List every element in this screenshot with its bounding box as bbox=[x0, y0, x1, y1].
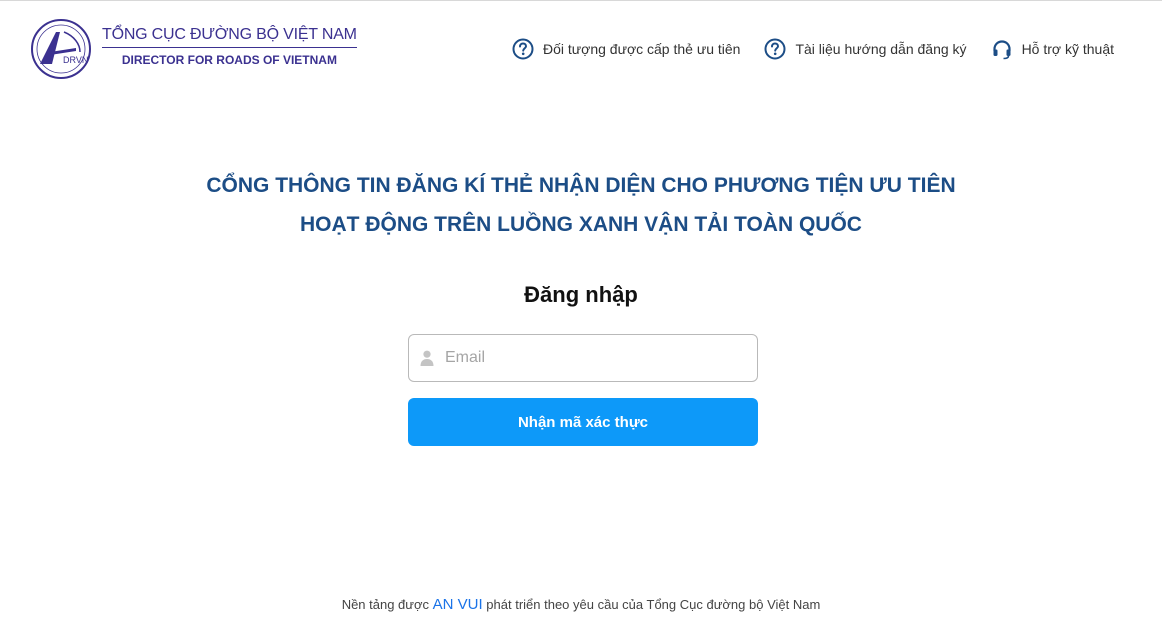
header: DRVN TỔNG CỤC ĐƯỜNG BỘ VIỆT NAM DIRECTOR… bbox=[0, 0, 1162, 100]
headset-icon bbox=[992, 40, 1011, 60]
drvn-logo-icon[interactable]: DRVN bbox=[30, 18, 92, 80]
email-field[interactable] bbox=[408, 334, 758, 382]
user-icon bbox=[420, 350, 434, 366]
page: DRVN TỔNG CỤC ĐƯỜNG BỘ VIỆT NAM DIRECTOR… bbox=[0, 0, 1162, 633]
brand-title: TỔNG CỤC ĐƯỜNG BỘ VIỆT NAM bbox=[102, 26, 357, 48]
logo-text: DRVN bbox=[63, 55, 88, 65]
login-title: Đăng nhập bbox=[524, 282, 638, 307]
footer-suffix: phát triển theo yêu cầu của Tổng Cục đườ… bbox=[486, 597, 821, 612]
headline-line-1: CỔNG THÔNG TIN ĐĂNG KÍ THẺ NHẬN DIỆN CHO… bbox=[206, 174, 956, 197]
brand-text: TỔNG CỤC ĐƯỜNG BỘ VIỆT NAM DIRECTOR FOR … bbox=[102, 26, 357, 67]
headline-line-2: HOẠT ĐỘNG TRÊN LUỒNG XANH VẬN TẢI TOÀN Q… bbox=[300, 213, 862, 236]
footer: Nền tảng được AN VUI phát triển theo yêu… bbox=[0, 596, 1162, 613]
nav-label: Tài liệu hướng dẫn đăng ký bbox=[795, 41, 967, 57]
nav-item-registration-guide[interactable]: Tài liệu hướng dẫn đăng ký bbox=[764, 38, 967, 60]
footer-prefix: Nền tảng được bbox=[341, 597, 430, 612]
nav-item-priority-subjects[interactable]: Đối tượng được cấp thẻ ưu tiên bbox=[512, 38, 740, 60]
get-verification-code-button[interactable]: Nhận mã xác thực bbox=[408, 398, 758, 446]
footer-brand-link[interactable]: AN VUI bbox=[433, 596, 483, 613]
email-input[interactable] bbox=[445, 338, 735, 378]
brand-subtitle: DIRECTOR FOR ROADS OF VIETNAM bbox=[121, 53, 337, 67]
question-circle-icon bbox=[764, 38, 786, 60]
nav-label: Hỗ trợ kỹ thuật bbox=[1021, 41, 1114, 57]
nav-label: Đối tượng được cấp thẻ ưu tiên bbox=[542, 41, 741, 57]
question-circle-icon bbox=[512, 38, 534, 60]
nav-item-tech-support[interactable]: Hỗ trợ kỹ thuật bbox=[991, 38, 1114, 60]
page-headline: CỔNG THÔNG TIN ĐĂNG KÍ THẺ NHẬN DIỆN CHO… bbox=[0, 166, 1162, 244]
top-nav: Đối tượng được cấp thẻ ưu tiên Tài liệu … bbox=[512, 38, 1114, 60]
brand[interactable]: DRVN TỔNG CỤC ĐƯỜNG BỘ VIỆT NAM DIRECTOR… bbox=[30, 18, 357, 80]
